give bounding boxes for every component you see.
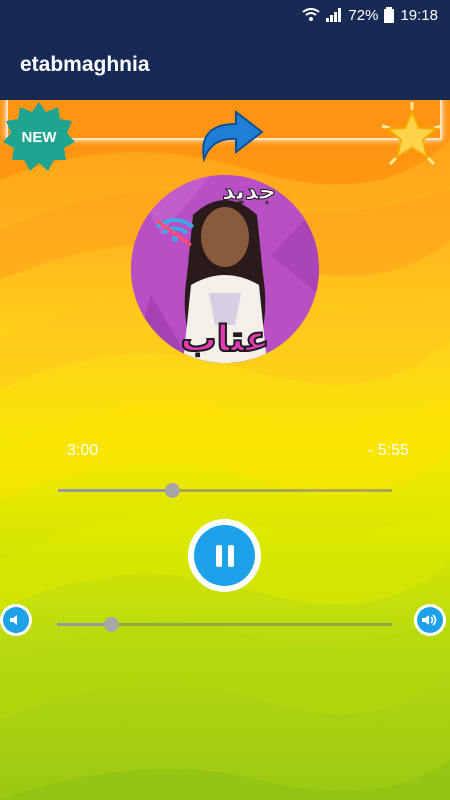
current-time: 3:00: [67, 442, 99, 459]
new-badge-label: NEW: [22, 129, 58, 146]
volume-down-button[interactable]: [0, 604, 32, 636]
cover-title-bottom: عتاب: [181, 319, 270, 360]
album-cover: جديد عتاب: [131, 175, 319, 363]
cover-art: جديد عتاب: [131, 175, 319, 363]
volume-slider-thumb[interactable]: [103, 617, 119, 632]
star-rate-icon[interactable]: [376, 100, 448, 172]
signal-icon: [326, 8, 342, 22]
status-bar: 72% 19:18: [0, 0, 450, 30]
battery-icon: [384, 7, 395, 23]
app-title: etabmaghnia: [20, 53, 150, 76]
status-time: 19:18: [400, 6, 438, 24]
new-badge-icon[interactable]: NEW: [2, 100, 76, 174]
pause-button[interactable]: [188, 519, 261, 592]
seek-bar-thumb[interactable]: [164, 483, 180, 498]
share-arrow-icon[interactable]: [196, 104, 266, 164]
seek-bar-fill: [58, 489, 172, 492]
remaining-time: - 5:55: [368, 442, 409, 459]
battery-percent: 72%: [348, 6, 379, 24]
volume-down-icon: [3, 607, 29, 633]
seek-bar[interactable]: [58, 483, 392, 498]
volume-slider[interactable]: [57, 617, 392, 632]
app-bar: etabmaghnia: [0, 30, 450, 100]
pause-icon: [194, 525, 255, 586]
volume-slider-fill: [57, 623, 111, 626]
wifi-icon: [302, 8, 321, 21]
volume-up-button[interactable]: [414, 604, 446, 636]
volume-up-icon: [417, 607, 443, 633]
